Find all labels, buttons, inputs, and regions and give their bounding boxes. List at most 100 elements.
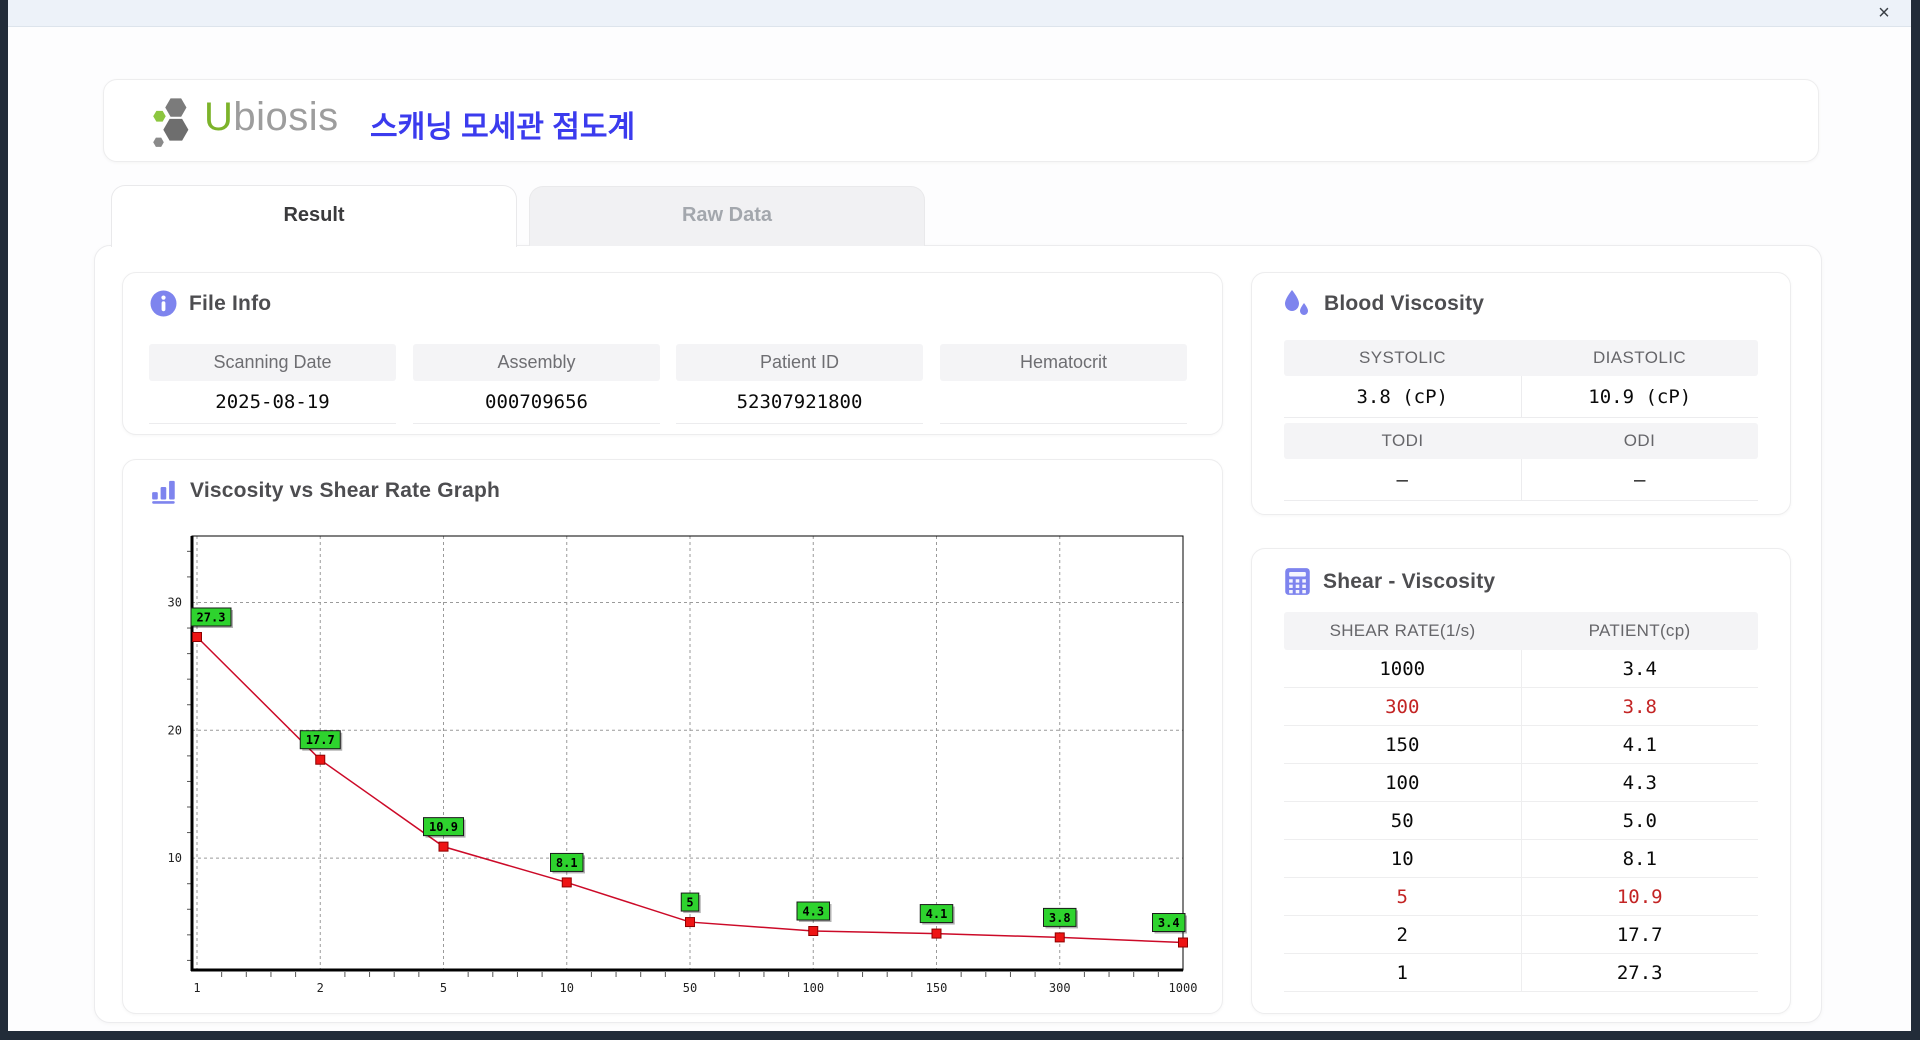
field-scanning-date: Scanning Date 2025-08-19: [149, 344, 396, 424]
svg-text:1000: 1000: [1169, 981, 1198, 995]
table-row: 1 27.3: [1284, 954, 1758, 992]
logo-letters-rest: biosis: [233, 95, 339, 139]
svg-text:150: 150: [926, 981, 948, 995]
field-assembly: Assembly 000709656: [413, 344, 660, 424]
svg-text:27.3: 27.3: [197, 610, 226, 624]
todi-header: TODI: [1381, 431, 1424, 450]
shear-viscosity-title: Shear - Viscosity: [1323, 569, 1496, 593]
viscosity-chart: 1 2 5 10 50 100 150 300 1000 10 20 30 27.3 17.7 10.9 8.…: [168, 535, 1198, 995]
patient-cell: 5.0: [1521, 802, 1758, 840]
patient-cell: 17.7: [1521, 916, 1758, 954]
pressure-table-header: SYSTOLIC DIASTOLIC: [1284, 340, 1758, 376]
shear-viscosity-table: SHEAR RATE(1/s) PATIENT(cp) 1000 3.4 300 3…: [1284, 612, 1758, 992]
patient-cell: 4.1: [1521, 726, 1758, 764]
file-info-header: File Info: [150, 290, 271, 317]
table-row: 10 8.1: [1284, 840, 1758, 878]
svg-text:20: 20: [168, 723, 182, 737]
header-card: Ubiosis 스캐닝 모세관 점도계: [103, 79, 1819, 162]
field-value: [940, 381, 1187, 424]
index-table-header: TODI ODI: [1284, 423, 1758, 459]
app-title: 스캐닝 모세관 점도계: [370, 111, 636, 144]
tab-result[interactable]: Result: [111, 185, 517, 247]
logo-letter-u: U: [204, 95, 234, 139]
patient-cell: 10.9: [1521, 878, 1758, 916]
blood-viscosity-header: Blood Viscosity: [1282, 289, 1484, 318]
diastolic-header: DIASTOLIC: [1592, 348, 1687, 367]
tab-raw-data-label: Raw Data: [681, 204, 773, 226]
todi-value: –: [1284, 459, 1522, 501]
table-row: 5 10.9: [1284, 878, 1758, 916]
field-label: Assembly: [413, 344, 660, 381]
field-label: Scanning Date: [149, 344, 396, 381]
info-icon: [150, 290, 177, 317]
systolic-header: SYSTOLIC: [1359, 348, 1446, 367]
field-hematocrit: Hematocrit: [940, 344, 1187, 424]
bar-chart-icon: [152, 480, 175, 504]
field-value: 2025-08-19: [149, 381, 396, 424]
svg-text:30: 30: [168, 595, 182, 609]
table-row: 100 4.3: [1284, 764, 1758, 802]
svg-text:5: 5: [440, 981, 447, 995]
field-value: 52307921800: [676, 381, 923, 424]
svg-text:8.1: 8.1: [556, 856, 578, 870]
table-row: 50 5.0: [1284, 802, 1758, 840]
shear-cell: 2: [1284, 916, 1522, 954]
shear-cell: 300: [1284, 688, 1522, 726]
svg-text:3.4: 3.4: [1158, 916, 1180, 930]
index-table: TODI ODI – –: [1284, 423, 1758, 501]
index-table-values: – –: [1284, 459, 1758, 501]
svg-text:1: 1: [193, 981, 200, 995]
shear-cell: 150: [1284, 726, 1522, 764]
svg-text:100: 100: [802, 981, 824, 995]
window-titlebar: ×: [8, 0, 1911, 27]
ubiosis-logo-icon: [153, 98, 189, 147]
patient-header: PATIENT(cp): [1588, 621, 1691, 640]
patient-cell: 3.8: [1521, 688, 1758, 726]
field-label: Patient ID: [676, 344, 923, 381]
tab-result-label: Result: [283, 204, 345, 226]
systolic-value: 3.8 (cP): [1284, 376, 1522, 418]
tab-raw-data[interactable]: Raw Data: [529, 186, 925, 246]
field-value: 000709656: [413, 381, 660, 424]
file-info-title: File Info: [189, 291, 272, 315]
table-row: 150 4.1: [1284, 726, 1758, 764]
shear-cell: 5: [1284, 878, 1522, 916]
svg-text:3.8: 3.8: [1049, 911, 1071, 925]
blood-drop-icon: [1285, 290, 1308, 315]
svg-text:2: 2: [317, 981, 324, 995]
shear-cell: 100: [1284, 764, 1522, 802]
field-patient-id: Patient ID 52307921800: [676, 344, 923, 424]
patient-cell: 8.1: [1521, 840, 1758, 878]
svg-text:300: 300: [1049, 981, 1071, 995]
table-row: 300 3.8: [1284, 688, 1758, 726]
shear-cell: 50: [1284, 802, 1522, 840]
close-icon[interactable]: ×: [1871, 1, 1897, 25]
shear-rate-header: SHEAR RATE(1/s): [1329, 621, 1476, 640]
field-label: Hematocrit: [940, 344, 1187, 381]
svg-text:50: 50: [683, 981, 697, 995]
svg-text:17.7: 17.7: [306, 733, 335, 747]
svg-text:10: 10: [168, 851, 182, 865]
svg-text:5: 5: [686, 896, 693, 910]
svg-text:4.1: 4.1: [926, 907, 948, 921]
svg-text:10.9: 10.9: [429, 820, 458, 834]
shear-table-header: SHEAR RATE(1/s) PATIENT(cp): [1284, 612, 1758, 650]
patient-cell: 4.3: [1521, 764, 1758, 802]
graph-header: Viscosity vs Shear Rate Graph: [150, 478, 500, 504]
blood-viscosity-title: Blood Viscosity: [1324, 291, 1485, 315]
shear-cell: 1: [1284, 954, 1522, 992]
odi-value: –: [1521, 459, 1758, 501]
patient-cell: 27.3: [1521, 954, 1758, 992]
pressure-table-values: 3.8 (cP) 10.9 (cP): [1284, 376, 1758, 418]
shear-cell: 1000: [1284, 650, 1522, 688]
svg-text:10: 10: [560, 981, 574, 995]
diastolic-value: 10.9 (cP): [1521, 376, 1758, 418]
shear-viscosity-header: Shear - Viscosity: [1284, 567, 1495, 596]
table-row: 2 17.7: [1284, 916, 1758, 954]
shear-cell: 10: [1284, 840, 1522, 878]
table-row: 1000 3.4: [1284, 650, 1758, 688]
graph-title: Viscosity vs Shear Rate Graph: [190, 479, 501, 502]
pressure-table: SYSTOLIC DIASTOLIC 3.8 (cP) 10.9 (cP): [1284, 340, 1758, 418]
desktop-background: × Ubiosis 스캐닝 모세관 점도계 Result Raw Data Fi…: [0, 0, 1920, 1040]
logo-text: Ubiosis: [204, 95, 339, 140]
